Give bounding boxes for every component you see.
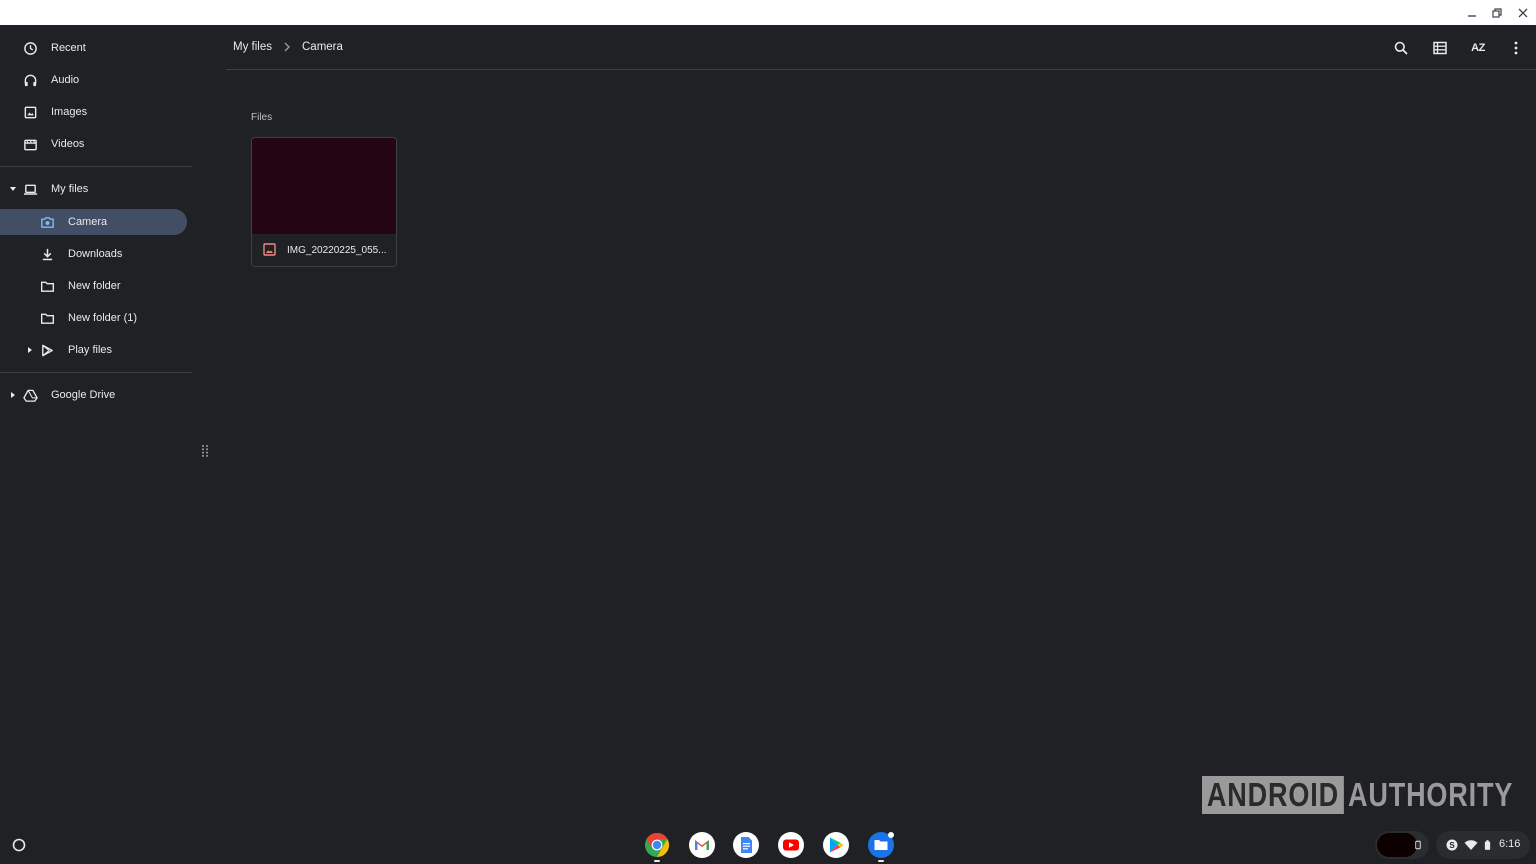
main-panel: My files Camera AZ Files IMG_20220225_05… [226,25,1536,827]
sidebar-divider [0,166,192,167]
drive-icon [22,387,38,403]
window-title-bar [0,0,1536,25]
battery-icon [1484,840,1491,850]
svg-text:S: S [1449,841,1455,850]
gmail-app[interactable] [687,830,717,860]
sidebar-item-label: Audio [51,74,80,86]
sidebar-item-audio[interactable]: Audio [0,67,192,93]
phone-icon [1415,840,1421,850]
gmail-icon [689,832,715,858]
sidebar: Recent Audio Images Videos My files Came… [0,25,208,827]
file-tile[interactable]: IMG_20220225_055... [251,137,397,267]
close-icon [1518,8,1528,17]
sort-button[interactable]: AZ [1467,37,1489,59]
sidebar-item-label: Images [51,106,88,118]
launcher-icon [12,838,26,852]
watermark-box-text: ANDROID [1202,776,1344,814]
download-icon [39,246,55,262]
chrome-app[interactable] [642,830,672,862]
search-button[interactable] [1390,37,1412,59]
expand-right-icon[interactable] [25,345,35,355]
running-indicator [654,860,660,862]
laptop-icon [22,181,38,197]
sort-icon: AZ [1471,42,1485,54]
watermark-text: AUTHORITY [1348,776,1514,813]
search-icon [1394,41,1408,55]
sidebar-item-label: Google Drive [51,389,116,401]
youtube-app[interactable] [776,830,806,860]
files-app-icon [868,832,894,858]
sidebar-divider [0,372,192,373]
sidebar-resize-handle[interactable] [201,444,209,458]
sidebar-item-label: Recent [51,42,86,54]
file-thumbnail [252,138,396,234]
list-view-icon [1433,41,1447,55]
toolbar: My files Camera AZ [226,25,1536,70]
sidebar-item-images[interactable]: Images [0,99,192,125]
play-store-icon [39,342,55,358]
status-area[interactable]: S 6:16 [1436,831,1530,859]
sidebar-item-label: New folder (1) [68,312,138,324]
image-file-icon [263,243,276,256]
minimize-button[interactable] [1462,3,1482,22]
chevron-right-icon [284,42,290,52]
breadcrumb-my-files[interactable]: My files [233,41,272,53]
sidebar-item-my-files[interactable]: My files [0,176,192,202]
phone-hub-pod[interactable] [1375,831,1429,859]
sidebar-item-videos[interactable]: Videos [0,131,192,157]
chrome-icon [645,833,670,857]
watermark-logo: ANDROID AUTHORITY [1202,776,1512,814]
section-label-files: Files [251,112,273,123]
camera-icon [39,214,55,230]
close-button[interactable] [1513,3,1533,22]
breadcrumb-camera[interactable]: Camera [302,41,343,53]
sidebar-item-downloads[interactable]: Downloads [0,241,192,267]
sidebar-item-label: Play files [68,344,113,356]
sidebar-item-label: Downloads [68,248,123,260]
youtube-icon [778,832,804,858]
shelf: S 6:16 [0,827,1536,864]
minimize-icon [1468,14,1476,17]
play-store-app[interactable] [821,830,851,860]
phone-hub-image [1377,833,1417,857]
sidebar-item-label: My files [51,183,89,195]
running-indicator [878,860,884,862]
sidebar-item-new-folder[interactable]: New folder [0,273,192,299]
restore-icon [1492,7,1502,18]
files-app[interactable] [866,830,896,862]
folder-icon [39,278,55,294]
file-name: IMG_20220225_055... [287,245,387,256]
restore-button[interactable] [1487,3,1507,22]
account-badge-icon: S [1446,839,1458,851]
sidebar-item-new-folder-1[interactable]: New folder (1) [0,305,192,331]
clock-time: 6:16 [1499,838,1521,850]
more-icon [1514,41,1518,55]
more-options-button[interactable] [1505,37,1527,59]
folder-icon [39,310,55,326]
docs-app[interactable] [731,830,761,860]
play-store-icon [823,832,849,858]
image-icon [22,104,38,120]
wifi-icon [1464,840,1478,850]
sidebar-item-label: Videos [51,138,85,150]
file-footer: IMG_20220225_055... [252,234,396,266]
launcher-button[interactable] [8,834,30,856]
video-icon [22,136,38,152]
sidebar-item-label: New folder [68,280,121,292]
sidebar-item-google-drive[interactable]: Google Drive [0,382,192,408]
expand-down-icon[interactable] [8,184,18,194]
expand-right-icon[interactable] [8,390,18,400]
sidebar-item-play-files[interactable]: Play files [0,337,192,363]
sidebar-item-recent[interactable]: Recent [0,35,192,61]
list-view-button[interactable] [1429,37,1451,59]
clock-icon [22,40,38,56]
sidebar-item-label: Camera [68,216,108,228]
headphones-icon [22,72,38,88]
docs-icon [733,832,759,858]
sidebar-item-camera[interactable]: Camera [0,209,187,235]
